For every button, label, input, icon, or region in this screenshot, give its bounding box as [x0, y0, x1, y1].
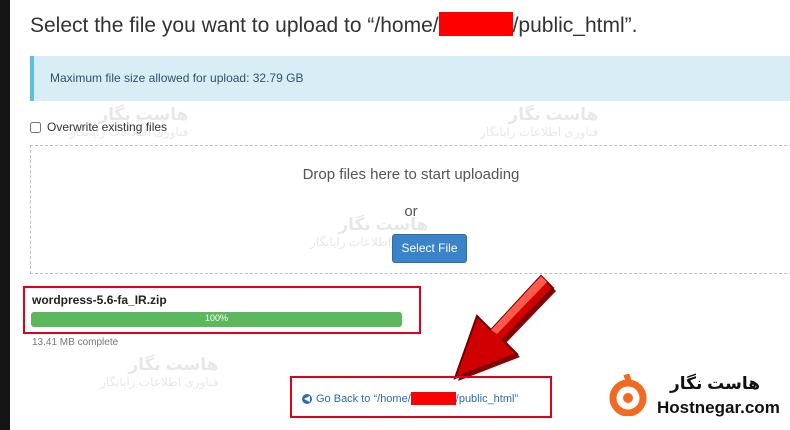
watermark: هاست نگار فناوری اطلاعات رایانگار — [480, 105, 599, 139]
watermark: هاست نگار فناوری اطلاعات رایانگار — [100, 355, 219, 389]
drop-zone[interactable]: Drop files here to start uploading or Se… — [30, 145, 790, 274]
or-separator: or — [404, 203, 418, 220]
circle-arrow-left-icon: ◀ — [302, 393, 312, 404]
hostnegar-logo-icon — [609, 374, 647, 416]
overwrite-label: Overwrite existing files — [47, 120, 168, 134]
overwrite-checkbox[interactable] — [30, 121, 41, 133]
progress-label: 100% — [204, 313, 229, 323]
drop-instructions: Drop files here to start uploading — [302, 166, 520, 183]
uploaded-file-name: wordpress-5.6-fa_IR.zip — [32, 293, 167, 307]
go-back-highlight: ◀ Go Back to “/home//public_html” — [290, 376, 552, 418]
go-back-link[interactable]: ◀ Go Back to “/home//public_html” — [302, 392, 518, 405]
brand-name-fa: هاست نگار — [670, 374, 761, 393]
info-alert: Maximum file size allowed for upload: 32… — [30, 56, 790, 101]
select-file-button[interactable]: Select File — [392, 234, 467, 263]
upload-file-highlight: wordpress-5.6-fa_IR.zip 100% — [23, 286, 421, 334]
overwrite-option[interactable]: Overwrite existing files — [30, 120, 167, 134]
upload-page: هاست نگار فناوری اطلاعات رایانگار هاست ن… — [10, 0, 790, 430]
page-title: Select the file you want to upload to “/… — [30, 12, 638, 37]
max-size-text: Maximum file size allowed for upload: 32… — [50, 71, 304, 85]
redaction-box — [438, 12, 513, 37]
brand-name-en: Hostnegar.com — [657, 398, 780, 417]
redaction-box — [410, 392, 456, 405]
upload-complete-text: 13.41 MB complete — [32, 337, 119, 348]
upload-progress-bar: 100% — [31, 312, 402, 327]
hostnegar-brand: هاست نگار Hostnegar.com — [600, 370, 790, 420]
red-arrow-icon — [453, 274, 556, 381]
